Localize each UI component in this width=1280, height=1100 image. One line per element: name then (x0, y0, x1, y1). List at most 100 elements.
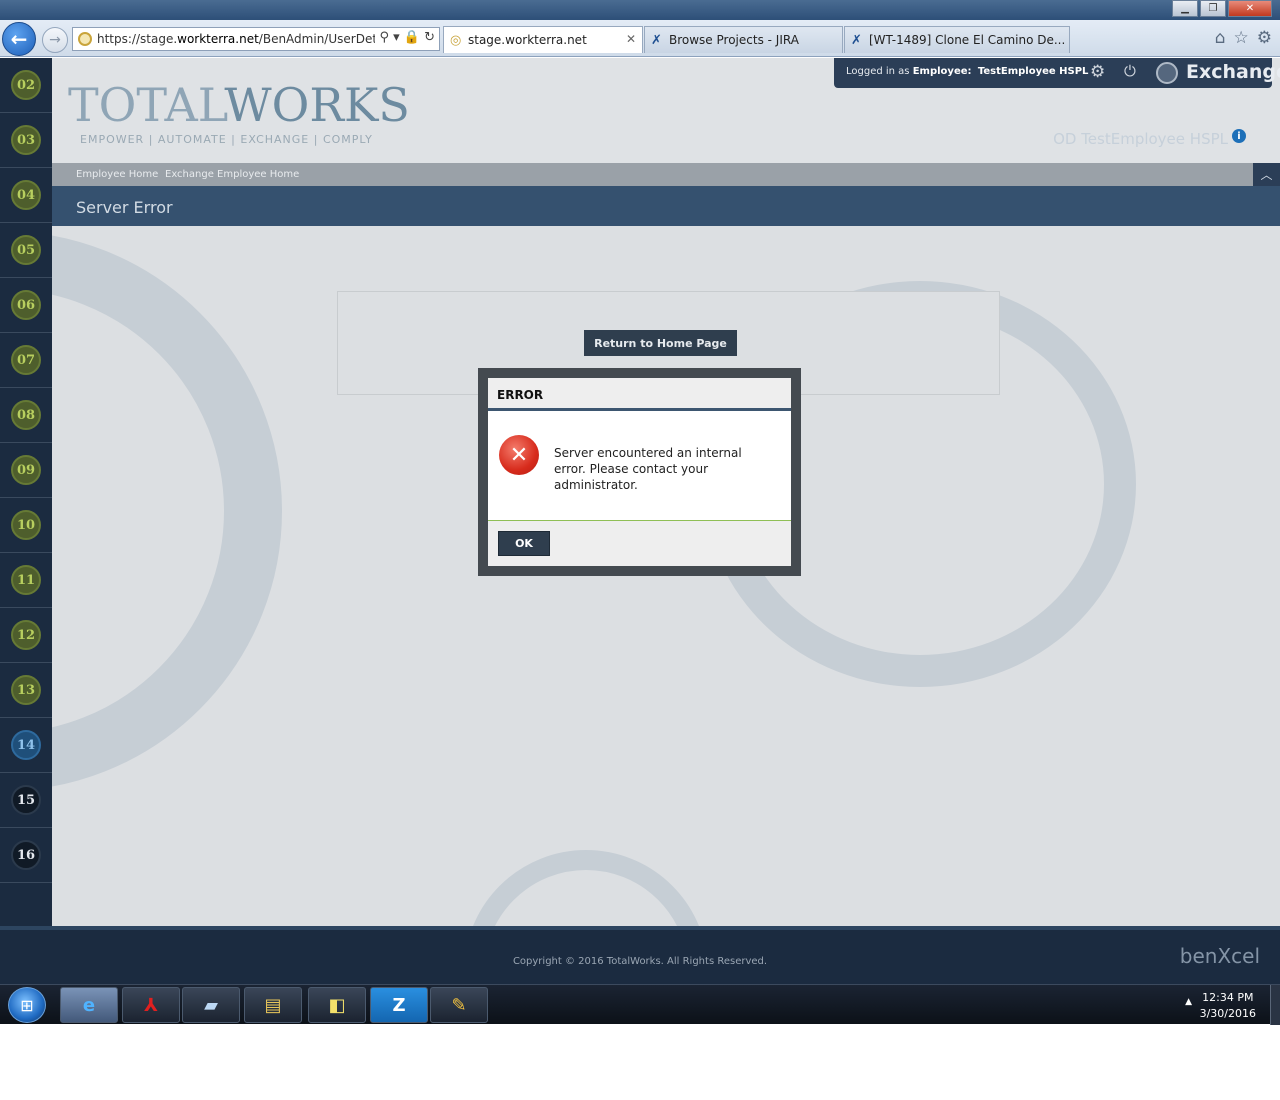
sidebar-step-number: 16 (11, 840, 41, 870)
page-title: Server Error (76, 198, 173, 217)
sidebar-step-item[interactable]: 03 (0, 113, 52, 168)
sidebar-step-number: 09 (11, 455, 41, 485)
error-dialog-frame: ERROR ✕ Server encountered an internal e… (478, 368, 801, 576)
site-icon: ◎ (450, 33, 462, 48)
start-button[interactable]: ⊞ (8, 987, 46, 1023)
sidebar-step-item[interactable]: 09 (0, 443, 52, 498)
benxcel-logo: benXcel (1179, 944, 1260, 968)
user-name-watermark: OD TestEmployee HSPL (1053, 130, 1228, 148)
breadcrumb-employee-home[interactable]: Employee Home (76, 169, 158, 180)
address-bar[interactable]: https://stage.workterra.net/BenAdmin/Use… (72, 27, 440, 51)
sidebar-step-item[interactable]: 14 (0, 718, 52, 773)
dialog-message: Server encountered an internal error. Pl… (554, 446, 742, 492)
dialog-footer: OK (488, 520, 791, 566)
sidebar-step-item[interactable]: 16 (0, 828, 52, 883)
breadcrumb-exchange-employee-home[interactable]: Exchange Employee Home (165, 169, 299, 180)
sidebar-step-item[interactable]: 10 (0, 498, 52, 553)
tab-label: stage.workterra.net (468, 33, 587, 47)
decorative-ring (464, 850, 708, 926)
address-tools[interactable]: ⚲ ▾ 🔒 ↻ (375, 30, 435, 45)
tray-expand-icon[interactable]: ▲ (1185, 997, 1192, 1007)
system-clock[interactable]: 12:34 PM 3/30/2016 (1200, 990, 1256, 1022)
breadcrumb: Employee Home Exchange Employee Home ︿ (52, 163, 1280, 186)
sidebar-step-number: 15 (11, 785, 41, 815)
tab-jira-projects[interactable]: ✗ Browse Projects - JIRA (644, 26, 843, 53)
restore-button[interactable]: ❐ (1200, 0, 1226, 17)
close-tab-icon[interactable]: ✕ (626, 32, 636, 46)
dialog-header: ERROR (488, 378, 791, 411)
info-icon[interactable]: i (1232, 129, 1246, 143)
tab-label: Browse Projects - JIRA (669, 33, 799, 47)
browser-tools: ⌂ ☆ ⚙ (1215, 28, 1272, 48)
login-status: Logged in as Employee: TestEmployee HSPL (846, 66, 1088, 77)
exchange-seal-icon (1156, 62, 1178, 84)
chevron-up-icon[interactable]: ︿ (1253, 163, 1280, 186)
dialog-title: ERROR (497, 388, 544, 402)
power-icon[interactable]: ⏻ (1124, 62, 1136, 80)
sidebar-step-number: 12 (11, 620, 41, 650)
error-dialog: ERROR ✕ Server encountered an internal e… (488, 378, 791, 566)
notepad-icon[interactable]: ▰ (182, 987, 240, 1023)
totalworks-logo[interactable]: TOTALWORKS (68, 78, 410, 132)
sidebar-step-item[interactable]: 02 (0, 58, 52, 113)
sidebar-step-number: 02 (11, 70, 41, 100)
sidebar-step-number: 06 (11, 290, 41, 320)
home-icon[interactable]: ⌂ (1215, 28, 1226, 48)
forward-button[interactable]: → (42, 27, 68, 53)
sidebar-step-number: 13 (11, 675, 41, 705)
login-user: TestEmployee HSPL (977, 66, 1089, 77)
sidebar-step-item[interactable]: 13 (0, 663, 52, 718)
close-window-button[interactable]: ✕ (1228, 0, 1272, 17)
jira-icon: ✗ (651, 33, 662, 48)
sidebar-step-number: 14 (11, 730, 41, 760)
zoom-icon[interactable]: Z (370, 987, 428, 1023)
return-home-button[interactable]: Return to Home Page (584, 330, 737, 356)
sidebar-step-number: 05 (11, 235, 41, 265)
window-titlebar: ▁ ❐ ✕ (0, 0, 1280, 20)
sidebar-step-item[interactable]: 12 (0, 608, 52, 663)
exchange-label[interactable]: Exchange (1186, 61, 1280, 83)
file-explorer-icon[interactable]: ▤ (244, 987, 302, 1023)
sidebar-step-number: 08 (11, 400, 41, 430)
clock-time: 12:34 PM (1202, 991, 1254, 1004)
sidebar-step-item[interactable]: 06 (0, 278, 52, 333)
sticky-notes-icon[interactable]: ◧ (308, 987, 366, 1023)
minimize-button[interactable]: ▁ (1172, 0, 1198, 17)
sidebar-step-item[interactable]: 05 (0, 223, 52, 278)
decorative-ring (52, 231, 282, 791)
jira-icon: ✗ (851, 33, 862, 48)
login-prefix: Logged in as (846, 66, 910, 77)
sidebar-step-item[interactable]: 04 (0, 168, 52, 223)
windows-taskbar: ⊞ e ⅄ ▰ ▤ ◧ Z ✎ ▲ 12:34 PM 3/30/2016 (0, 984, 1280, 1025)
adobe-reader-icon[interactable]: ⅄ (122, 987, 180, 1023)
step-sidebar: 02 03 04 05 06 07 08 09 10 11 12 13 14 15 16 (0, 58, 52, 926)
logo-part2: WORKS (224, 78, 410, 132)
sidebar-step-item[interactable]: 15 (0, 773, 52, 828)
site-header: TOTALWORKS EMPOWER | AUTOMATE | EXCHANGE… (52, 58, 1280, 163)
internet-explorer-icon[interactable]: e (60, 987, 118, 1023)
page-title-bar: Server Error (52, 186, 1280, 226)
settings-gear-icon[interactable]: ⚙ (1257, 28, 1272, 48)
ok-button[interactable]: OK (498, 531, 550, 556)
gear-icon[interactable]: ⚙ (1090, 62, 1105, 82)
main-content: Return to Home Page (52, 226, 1280, 926)
logo-tagline: EMPOWER | AUTOMATE | EXCHANGE | COMPLY (80, 133, 373, 146)
sidebar-step-item[interactable]: 08 (0, 388, 52, 443)
sidebar-step-number: 07 (11, 345, 41, 375)
show-desktop-button[interactable] (1270, 985, 1280, 1025)
favorites-star-icon[interactable]: ☆ (1234, 28, 1249, 48)
sidebar-step-number: 11 (11, 565, 41, 595)
site-icon (78, 32, 92, 46)
site-footer: Copyright © 2016 TotalWorks. All Rights … (0, 926, 1280, 984)
address-domain: workterra.net (177, 32, 259, 46)
browser-navbar: ← → https://stage.workterra.net/BenAdmin… (0, 20, 1280, 57)
tab-stage-workterra[interactable]: ◎ stage.workterra.net ✕ (443, 26, 643, 53)
sidebar-step-item[interactable]: 11 (0, 553, 52, 608)
tab-jira-issue[interactable]: ✗ [WT-1489] Clone El Camino De... (844, 26, 1070, 53)
sidebar-step-item[interactable]: 07 (0, 333, 52, 388)
back-button[interactable]: ← (2, 22, 36, 56)
sidebar-step-number: 10 (11, 510, 41, 540)
error-icon: ✕ (499, 435, 539, 475)
sidebar-step-number: 04 (11, 180, 41, 210)
paint-icon[interactable]: ✎ (430, 987, 488, 1023)
